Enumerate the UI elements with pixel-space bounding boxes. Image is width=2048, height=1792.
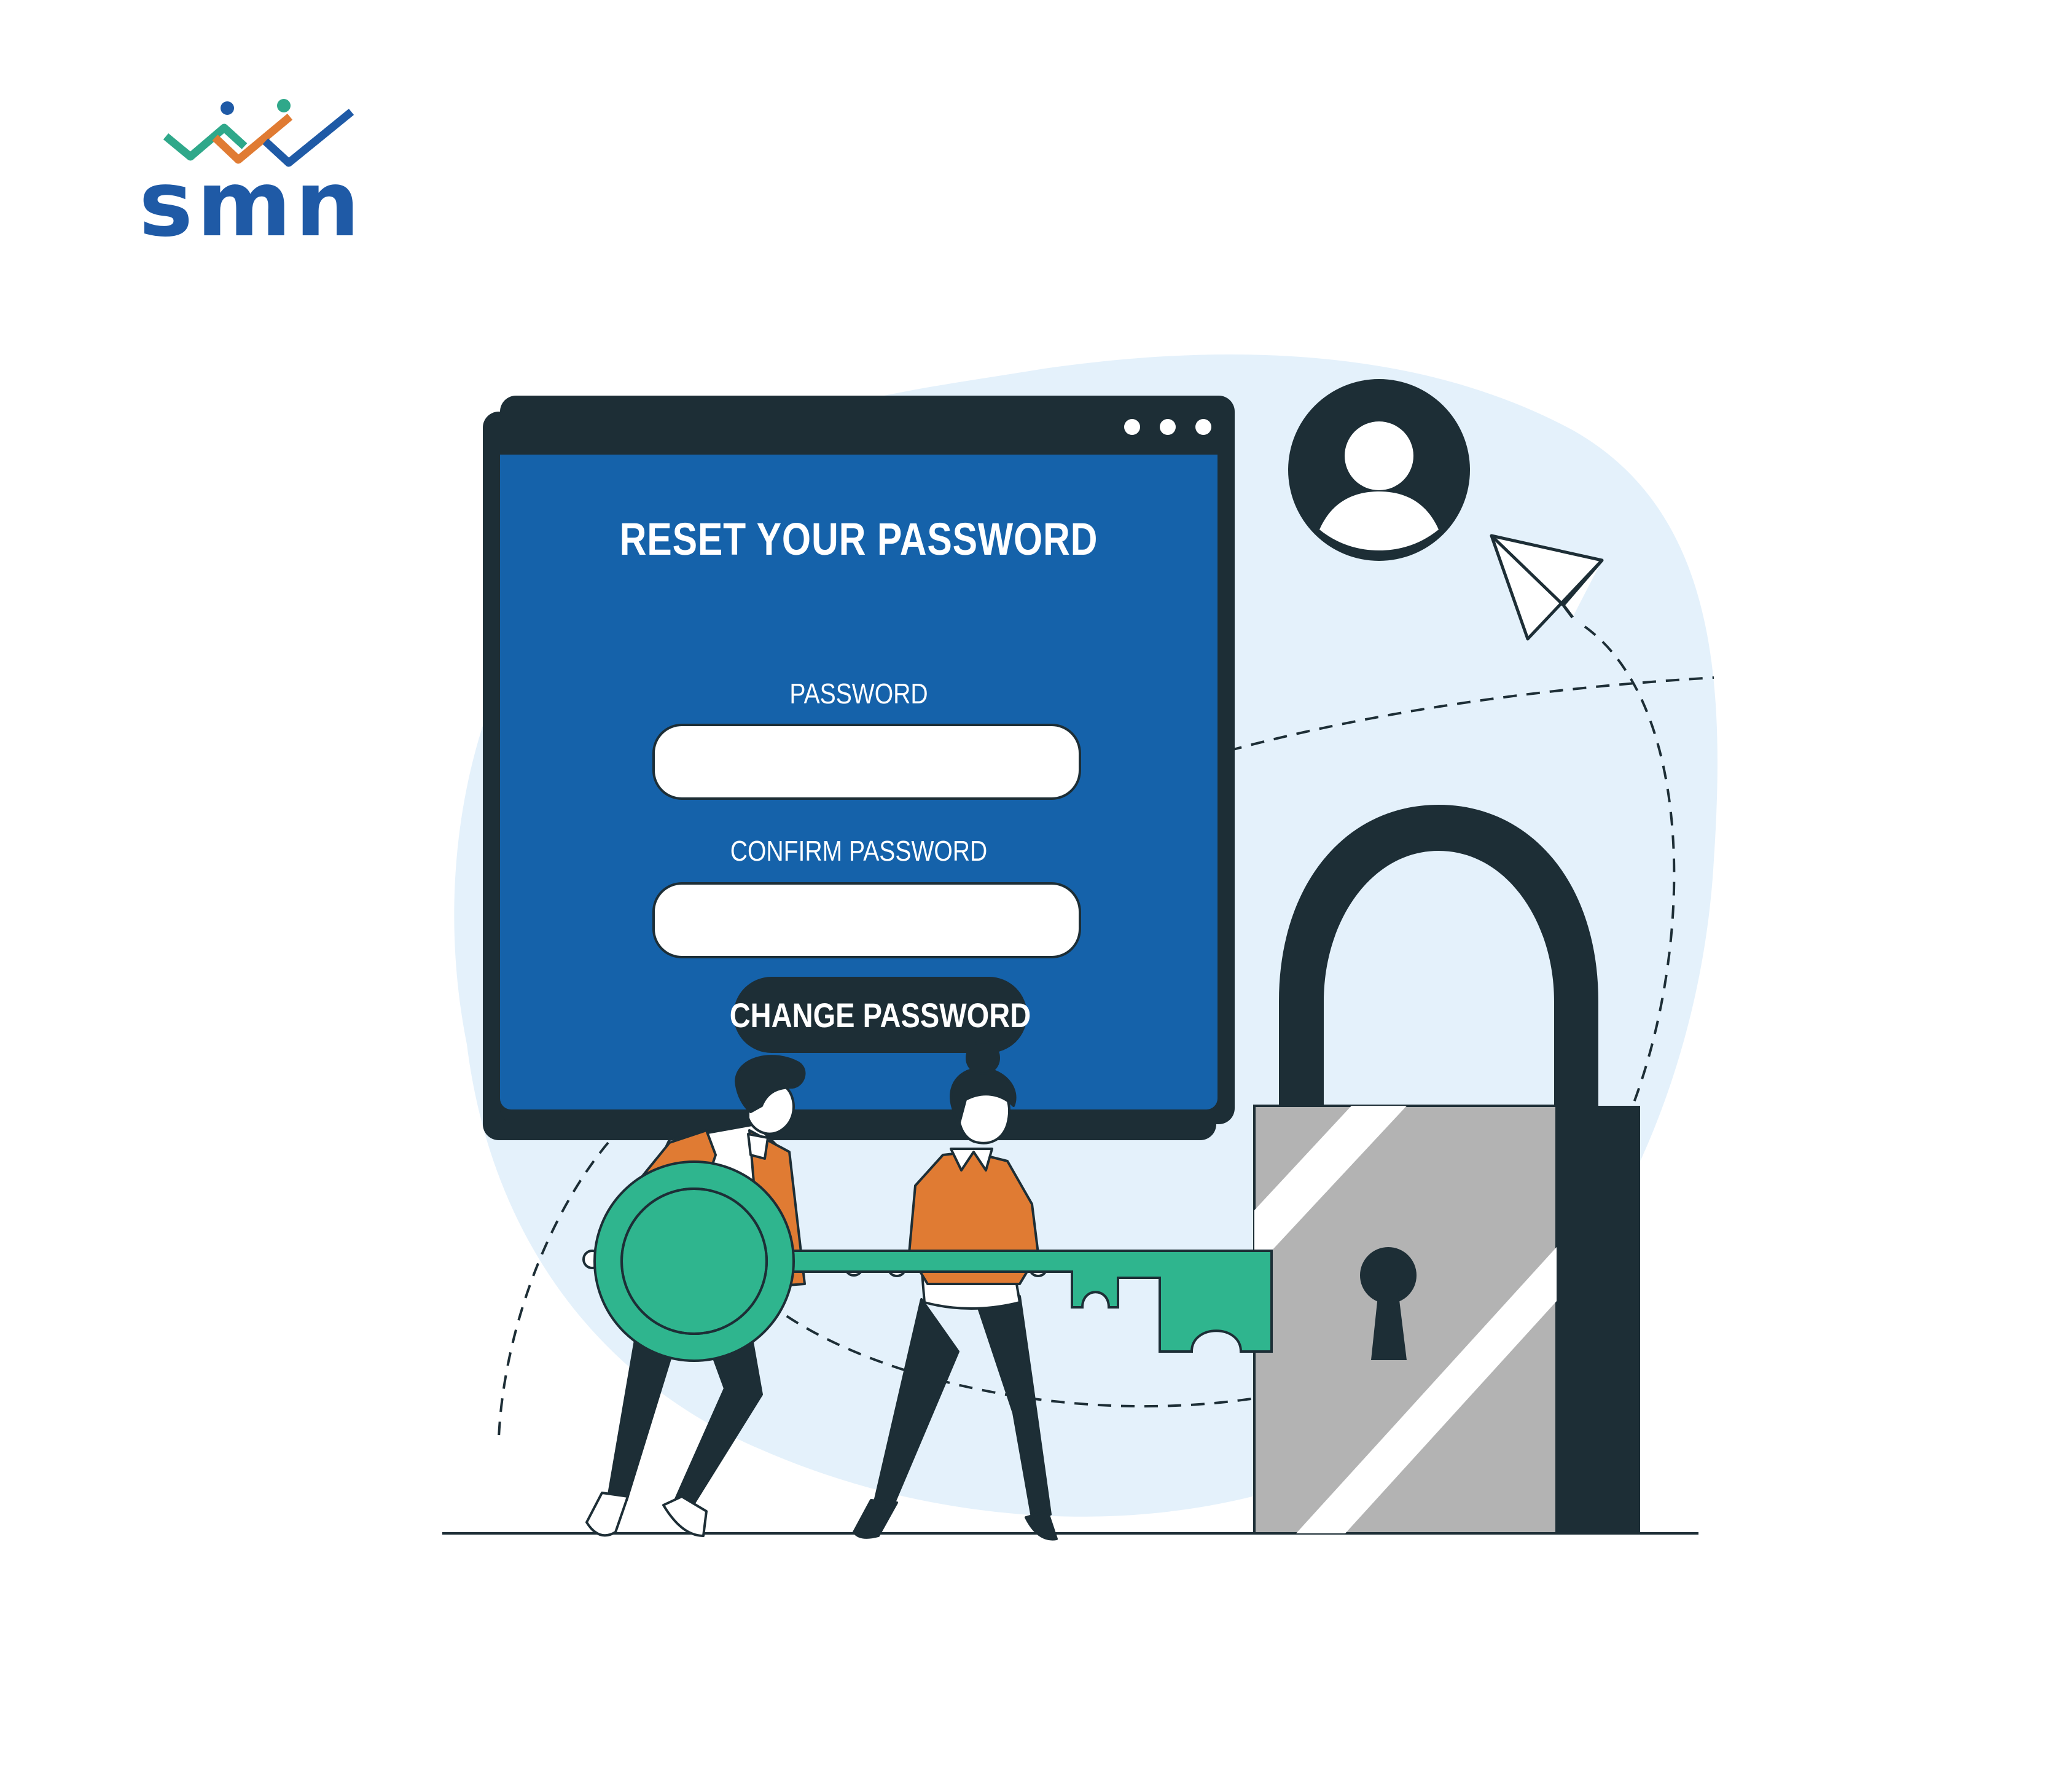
- woman-figure: [853, 1041, 1058, 1541]
- foreground-illustration: [582, 1041, 1273, 1541]
